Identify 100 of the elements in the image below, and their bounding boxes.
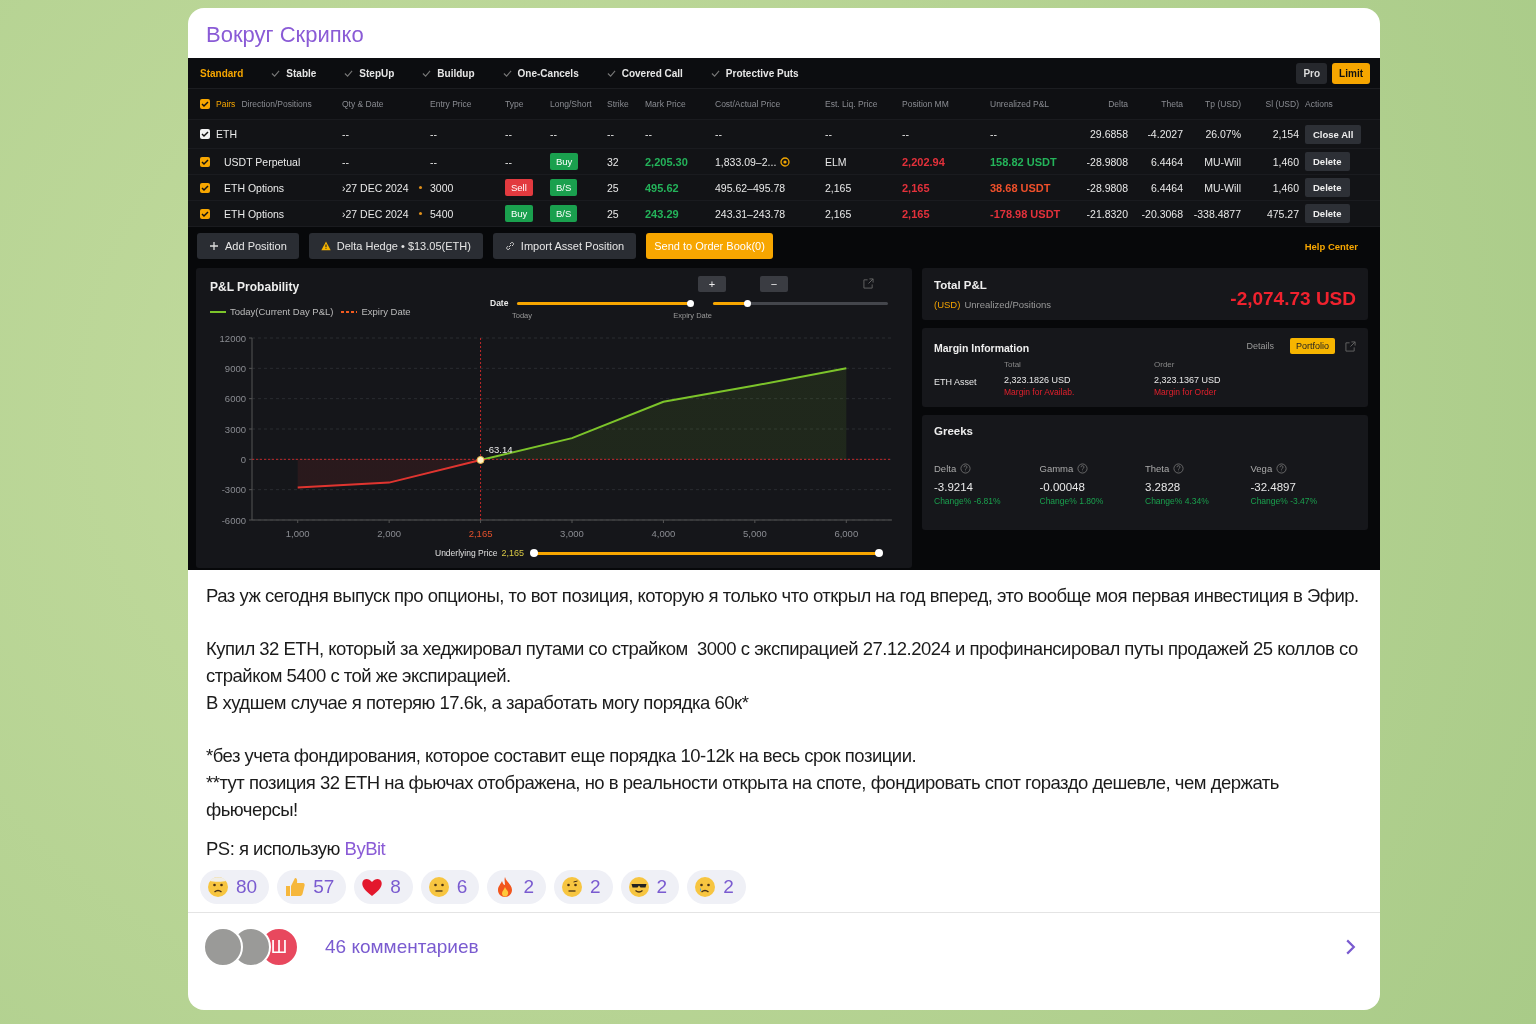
greek-change: Change% 1.80% <box>1039 496 1105 506</box>
greek-value: -0.00048 <box>1039 481 1086 493</box>
comments-link[interactable]: 46 комментариев <box>325 936 479 958</box>
strategy-tab[interactable]: Covered Call <box>606 64 693 82</box>
row-action-button[interactable]: Delete <box>1305 204 1350 223</box>
channel-title[interactable]: Вокруг Скрипко <box>188 8 1380 58</box>
table-cell: -178.98 USDT <box>990 207 1061 220</box>
x-tick-label: 5,000 <box>742 528 767 539</box>
table-cell: 2,165 <box>825 207 852 220</box>
card-title: Greeks <box>934 425 974 437</box>
mode-toggle[interactable]: Limit <box>1332 62 1370 84</box>
margin-header: Total <box>1004 360 1022 369</box>
table-cell: -20.3068 <box>1141 207 1183 220</box>
table-cell: -338.4877 <box>1193 207 1241 220</box>
table-cell: 495.62 <box>645 181 679 194</box>
x-tick-label: 4,000 <box>651 528 676 539</box>
greek-change: Change% -6.81% <box>934 496 1002 506</box>
reaction-chip[interactable]: 8 <box>354 870 413 904</box>
row-action-button[interactable]: Delete <box>1305 152 1350 171</box>
y-tick-label: -3000 <box>221 484 246 496</box>
greek-label: Gamma <box>1039 463 1074 474</box>
side-badge: Sell <box>505 179 533 196</box>
strategy-tab[interactable]: Standard <box>200 64 254 82</box>
margin-header: Order <box>1154 360 1176 369</box>
column-header: Qty & Date <box>342 99 384 109</box>
reaction-chip[interactable]: 6 <box>420 870 480 904</box>
margin-tab[interactable]: Details <box>1240 338 1280 354</box>
reaction-chip[interactable]: 2 <box>687 870 746 904</box>
checkbox[interactable] <box>200 99 210 109</box>
table-cell: 475.27 <box>1266 207 1299 220</box>
checkbox-label: Pairs <box>216 99 236 109</box>
popout-icon[interactable] <box>1345 340 1356 352</box>
action-button[interactable]: Add Position <box>197 233 299 259</box>
help-center-link[interactable]: Help Center <box>1304 240 1358 252</box>
checkbox[interactable] <box>200 182 210 193</box>
greek-label: Vega <box>1250 463 1273 474</box>
table-cell: -- <box>505 155 512 168</box>
strategy-icon <box>710 68 720 78</box>
table-cell: ›27 DEC 2024 <box>342 181 409 194</box>
column-header: Cost/Actual Price <box>715 99 781 109</box>
checkbox[interactable] <box>200 208 210 219</box>
post-link[interactable]: ByBit <box>344 838 386 859</box>
zoom-in-button[interactable]: + <box>698 276 726 292</box>
row-action-button[interactable]: Close All <box>1305 124 1362 144</box>
mode-toggle[interactable]: Pro <box>1296 62 1328 84</box>
strategy-tab[interactable]: One-Cancels <box>502 64 589 82</box>
table-cell: 6.4464 <box>1150 181 1183 194</box>
column-header: Mark Price <box>645 99 686 109</box>
legend-label: Today(Current Day P&L) <box>230 306 334 317</box>
emoji-face-icon <box>426 875 451 899</box>
checkbox[interactable] <box>200 129 210 139</box>
row-action-button[interactable]: Delete <box>1305 178 1350 197</box>
strategy-icon <box>606 68 616 78</box>
column-header: Direction/Positions <box>241 99 312 109</box>
table-cell: 2,165 <box>902 181 930 194</box>
reaction-chip[interactable]: 2 <box>487 870 546 904</box>
chevron-right-icon[interactable] <box>1345 938 1356 956</box>
date-slider[interactable] <box>713 301 888 305</box>
table-cell: -28.9808 <box>1086 181 1128 194</box>
column-header: Delta <box>1108 99 1128 109</box>
table-cell: 2,165 <box>902 207 930 220</box>
action-button[interactable]: Import Asset Position <box>492 233 637 259</box>
table-cell: 3000 <box>430 181 454 194</box>
emoji-face-icon <box>206 875 230 899</box>
greek-label: Delta <box>934 463 957 474</box>
column-header: Entry Price <box>430 99 472 109</box>
strategy-tab[interactable]: StepUp <box>344 64 405 82</box>
strategy-tab[interactable]: Protective Puts <box>710 64 809 82</box>
warning-icon <box>320 241 331 251</box>
table-cell: 2,205.30 <box>645 155 688 168</box>
greek-change: Change% 4.34% <box>1145 496 1210 506</box>
checkbox[interactable] <box>200 156 210 167</box>
column-header: Actions <box>1305 99 1333 109</box>
side-badge: Buy <box>550 153 579 170</box>
reaction-chip[interactable]: 80 <box>200 870 270 904</box>
table-cell: MU-Will <box>1204 155 1241 168</box>
y-tick-label: 0 <box>240 453 246 465</box>
table-cell: -- <box>902 128 909 140</box>
table-cell: 243.31–243.78 <box>715 207 786 220</box>
reaction-chip[interactable]: 2 <box>620 870 680 904</box>
column-header: Strike <box>607 99 629 109</box>
popout-icon[interactable] <box>863 278 874 289</box>
margin-note: Margin for Availab. <box>1004 387 1076 397</box>
column-header: Est. Liq. Price <box>825 99 878 109</box>
reaction-chip[interactable]: 2 <box>554 870 613 904</box>
table-cell: 1,460 <box>1272 155 1299 168</box>
column-header: Tp (USD) <box>1205 99 1241 109</box>
reaction-chip[interactable]: 57 <box>277 870 347 904</box>
side-badge: B/S <box>550 205 578 222</box>
strategy-tab[interactable]: Stable <box>271 64 327 82</box>
post-paragraph: *без учета фондирования, которое составит еще порядка 10-12k на весь срок позиции. **тут позиция 32 ETH на фьючах отображена, но в реальности открыта на споте, фондировать спот гораздо дешевле, чем держать фьючерсы! <box>206 744 1280 822</box>
action-button[interactable]: Delta Hedge • $13.05(ETH) <box>308 233 483 259</box>
date-slider[interactable] <box>516 301 692 305</box>
greek-value: -32.4897 <box>1250 481 1297 493</box>
strategy-tab[interactable]: Buildup <box>422 64 485 82</box>
margin-tab[interactable]: Portfolio <box>1289 338 1335 354</box>
zoom-out-button[interactable]: − <box>760 276 788 292</box>
x-tick-label: 6,000 <box>834 528 859 539</box>
post-paragraph: PS: я использую <box>206 838 340 859</box>
strategy-icon <box>271 68 281 78</box>
